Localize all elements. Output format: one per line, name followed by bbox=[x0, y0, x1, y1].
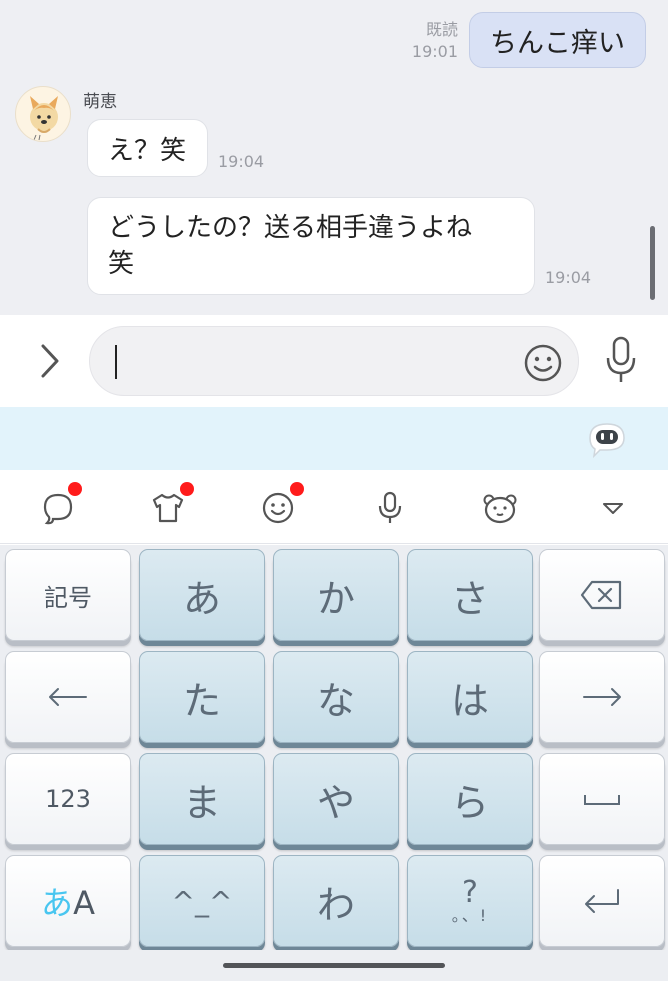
space-key[interactable] bbox=[539, 753, 665, 845]
read-receipt: 既読 bbox=[425, 20, 458, 39]
received-message-line: どうしたの？送る相手違うよね bbox=[108, 213, 473, 243]
alpha-mode-label: A bbox=[73, 884, 95, 922]
key-wa[interactable]: わ bbox=[273, 855, 399, 947]
message-input-bar bbox=[0, 315, 668, 407]
notification-dot bbox=[290, 482, 304, 496]
cursor-left-key[interactable] bbox=[5, 651, 131, 743]
keyboard-toolbar bbox=[0, 470, 668, 544]
key-ma[interactable]: ま bbox=[139, 753, 265, 845]
chat-area[interactable]: 既読 19:01 ちんこ痒い 萌恵 え？笑 19:04 どうしたの？送る相手違う… bbox=[0, 0, 668, 315]
punctuation-main: ? bbox=[462, 875, 478, 910]
sent-message-bubble[interactable]: ちんこ痒い bbox=[469, 12, 646, 68]
robot-icon[interactable] bbox=[586, 420, 628, 459]
key-ha[interactable]: は bbox=[407, 651, 533, 743]
received-time: 19:04 bbox=[545, 268, 592, 287]
key-sa[interactable]: さ bbox=[407, 549, 533, 641]
space-icon bbox=[584, 795, 620, 805]
sender-name: 萌恵 bbox=[83, 92, 117, 112]
sender-avatar[interactable] bbox=[15, 86, 71, 142]
message-input[interactable] bbox=[89, 326, 579, 396]
chevron-right-icon[interactable] bbox=[33, 339, 67, 383]
sent-time: 19:01 bbox=[411, 42, 458, 61]
notification-dot bbox=[180, 482, 194, 496]
key-na[interactable]: な bbox=[273, 651, 399, 743]
key-a[interactable]: あ bbox=[139, 549, 265, 641]
collapse-keyboard-icon[interactable] bbox=[593, 488, 633, 528]
mic-icon[interactable] bbox=[598, 335, 644, 389]
key-symbols[interactable]: 記号 bbox=[5, 549, 131, 641]
enter-icon bbox=[585, 889, 619, 913]
arrow-right-icon bbox=[583, 688, 621, 706]
punctuation-key[interactable]: ? 。、! bbox=[407, 855, 533, 947]
punctuation-sub: 。、! bbox=[451, 906, 489, 925]
home-indicator[interactable] bbox=[223, 963, 445, 968]
input-mode-key[interactable]: あA bbox=[5, 855, 131, 947]
key-numbers[interactable]: 123 bbox=[5, 753, 131, 845]
received-time: 19:04 bbox=[218, 152, 265, 171]
key-ta[interactable]: た bbox=[139, 651, 265, 743]
backspace-icon bbox=[580, 580, 622, 610]
scrollbar[interactable] bbox=[650, 226, 655, 300]
cursor-right-key[interactable] bbox=[539, 651, 665, 743]
kaomoji-key[interactable]: ^_^ bbox=[139, 855, 265, 947]
system-nav-area bbox=[0, 950, 668, 981]
key-ra[interactable]: ら bbox=[407, 753, 533, 845]
backspace-key[interactable] bbox=[539, 549, 665, 641]
key-ya[interactable]: や bbox=[273, 753, 399, 845]
enter-key[interactable] bbox=[539, 855, 665, 947]
received-message-line: 笑 bbox=[108, 249, 135, 279]
smiley-icon[interactable] bbox=[523, 343, 563, 383]
suggestion-strip bbox=[0, 407, 668, 470]
sent-message-text: ちんこ痒い bbox=[490, 27, 625, 59]
notification-dot bbox=[68, 482, 82, 496]
received-message-bubble[interactable]: え？笑 bbox=[87, 119, 208, 177]
hiragana-mode-label: あ bbox=[41, 884, 74, 922]
received-message-text: え？笑 bbox=[108, 135, 187, 166]
bear-icon[interactable] bbox=[480, 488, 520, 528]
flick-keyboard: 記号 あ か さ た な は 123 ま や ら あA ^_^ わ ? 。、! bbox=[0, 545, 668, 950]
received-message-bubble[interactable]: どうしたの？送る相手違うよね 笑 bbox=[87, 197, 535, 295]
voice-input-icon[interactable] bbox=[370, 488, 410, 528]
text-caret bbox=[115, 345, 117, 379]
key-ka[interactable]: か bbox=[273, 549, 399, 641]
arrow-left-icon bbox=[49, 688, 87, 706]
